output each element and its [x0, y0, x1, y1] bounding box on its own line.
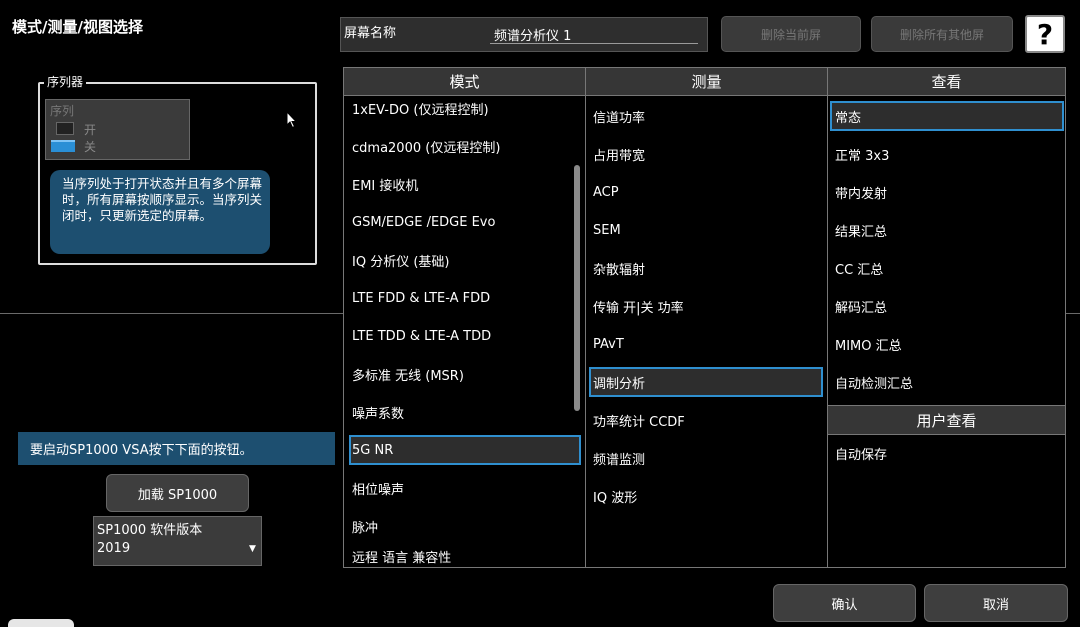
measurement-item[interactable]: 频谱监测 [589, 443, 823, 473]
mode-item[interactable]: 噪声系数 [349, 397, 581, 427]
measurement-item[interactable]: 杂散辐射 [589, 253, 823, 283]
measurement-column-header: 测量 [586, 68, 827, 96]
view-item[interactable]: 正常 3x3 [830, 139, 1064, 169]
view-item[interactable]: CC 汇总 [830, 253, 1064, 283]
mode-list-scrollbar[interactable] [574, 165, 580, 411]
measurement-item[interactable]: PAvT [589, 329, 823, 359]
mode-item[interactable]: 远程 语言 兼容性 [349, 549, 581, 566]
sequence-off-label: 关 [84, 140, 97, 154]
sequencer-description: 当序列处于打开状态并且有多个屏幕时，所有屏幕按顺序显示。当序列关闭时，只更新选定… [50, 170, 270, 254]
mode-item[interactable]: 相位噪声 [349, 473, 581, 503]
sp1000-version-label: SP1000 软件版本 [97, 523, 203, 538]
delete-current-screen-button[interactable]: 删除当前屏 [721, 16, 861, 52]
view-item[interactable]: 结果汇总 [830, 215, 1064, 245]
view-item[interactable]: 自动检测汇总 [830, 367, 1064, 397]
delete-other-screens-button[interactable]: 删除所有其他屏 [871, 16, 1013, 52]
window-title: 模式/测量/视图选择 [12, 18, 143, 36]
mode-item[interactable]: LTE FDD & LTE-A FDD [349, 283, 581, 313]
cancel-button[interactable]: 取消 [924, 584, 1068, 622]
measurement-item[interactable]: SEM [589, 215, 823, 245]
sequencer-legend: 序列器 [44, 73, 87, 90]
dropdown-arrow-icon: ▼ [249, 544, 256, 554]
user-view-item[interactable]: 自动保存 [830, 438, 1064, 468]
load-sp1000-button[interactable]: 加载 SP1000 [106, 474, 249, 512]
view-item[interactable]: 常态 [830, 101, 1064, 131]
mode-item[interactable]: GSM/EDGE /EDGE Evo [349, 207, 581, 237]
column-divider [585, 68, 586, 567]
measurement-item[interactable]: 传输 开|关 功率 [589, 291, 823, 321]
screen-name-label: 屏幕名称 [344, 26, 397, 41]
mode-column-header: 模式 [344, 68, 585, 96]
measurement-item[interactable]: 功率统计 CCDF [589, 405, 823, 435]
sequence-on-label: 开 [84, 123, 97, 137]
mode-item[interactable]: IQ 分析仪 (基础) [349, 245, 581, 275]
measurement-item[interactable]: ACP [589, 177, 823, 207]
screen-name-input[interactable]: 频谱分析仪 1 [490, 22, 698, 44]
mode-item[interactable]: 脉冲 [349, 511, 581, 541]
sequence-off-indicator [51, 140, 75, 152]
view-item[interactable]: 带内发射 [830, 177, 1064, 207]
sequence-toggle-label: 序列 [50, 104, 75, 118]
sequence-on-indicator [56, 122, 74, 135]
column-divider [827, 68, 828, 567]
measurement-item[interactable]: IQ 波形 [589, 481, 823, 511]
view-item[interactable]: 解码汇总 [830, 291, 1064, 321]
ok-button[interactable]: 确认 [773, 584, 916, 622]
mode-item[interactable]: 5G NR [349, 435, 581, 465]
mode-item[interactable]: LTE TDD & LTE-A TDD [349, 321, 581, 351]
help-button[interactable]: ? [1025, 15, 1065, 53]
measurement-item[interactable]: 占用带宽 [589, 139, 823, 169]
mode-item[interactable]: 多标准 无线 (MSR) [349, 359, 581, 389]
mode-item[interactable]: cdma2000 (仅远程控制) [349, 131, 581, 161]
mode-item[interactable]: 1xEV-DO (仅远程控制) [349, 93, 581, 123]
sp1000-version-value: 2019 [97, 541, 131, 556]
sp1000-hint-banner: 要启动SP1000 VSA按下下面的按钮。 [18, 432, 335, 465]
view-item[interactable]: MIMO 汇总 [830, 329, 1064, 359]
view-column-header: 查看 [828, 68, 1065, 96]
help-icon: ? [1036, 17, 1054, 51]
user-view-header: 用户查看 [828, 405, 1065, 435]
measurement-item[interactable]: 信道功率 [589, 101, 823, 131]
mode-item[interactable]: EMI 接收机 [349, 169, 581, 199]
mouse-cursor-icon [286, 111, 298, 129]
measurement-item[interactable]: 调制分析 [589, 367, 823, 397]
